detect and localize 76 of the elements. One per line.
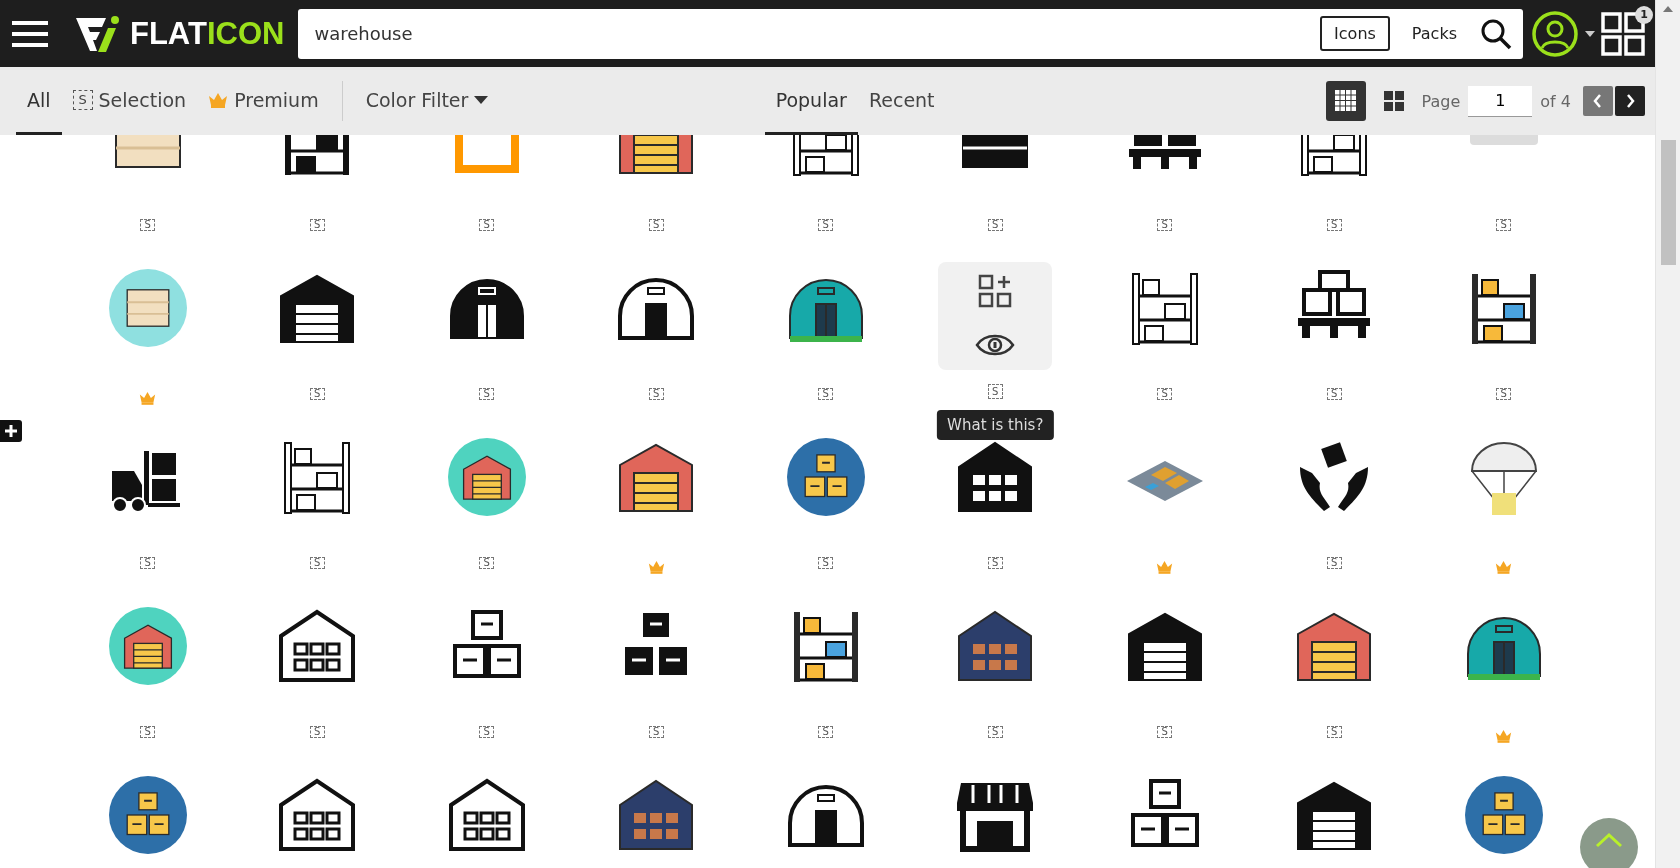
selection-badge: S (479, 219, 495, 231)
selection-badge: S (818, 388, 834, 400)
filter-tab[interactable]: S Selection (61, 67, 198, 135)
search-type-tab[interactable]: Packs (1397, 16, 1471, 51)
selection-badge: S (140, 557, 156, 569)
selection-badge: S (1326, 726, 1342, 738)
count-badge: 1 (1635, 5, 1653, 24)
selection-badge: S (1496, 219, 1512, 231)
garage-icon[interactable] (107, 606, 188, 686)
selection-badge: S (479, 557, 495, 569)
search-field[interactable]: warehouse Icons Packs (298, 8, 1523, 59)
selection-badge: S (1326, 219, 1342, 231)
selection-badge: S (479, 726, 495, 738)
search-type-tab[interactable]: Icons (1320, 16, 1390, 51)
page-label: Page (1421, 91, 1461, 111)
crown-icon (1156, 560, 1174, 574)
crown-icon (139, 391, 157, 405)
selection-badge: S (987, 726, 1003, 738)
caret-icon (474, 95, 489, 104)
crown-icon (1495, 560, 1513, 574)
sort-tab[interactable]: Recent (857, 67, 946, 135)
boxes-icon[interactable] (1463, 775, 1544, 855)
scrollbar-thumb[interactable] (1660, 140, 1676, 265)
selection-badge: S (1326, 388, 1342, 400)
selection-badge: S (648, 388, 664, 400)
scroll-to-top-button[interactable] (1580, 818, 1638, 868)
scroll-up-icon[interactable] (1663, 6, 1673, 12)
selection-badge: S (648, 219, 664, 231)
selection-badge: S (309, 726, 325, 738)
selection-badge: S (1157, 388, 1173, 400)
selection-badge: S (648, 726, 664, 738)
selection-badge: S (309, 219, 325, 231)
boxes-icon[interactable] (107, 775, 188, 855)
selection-badge: S (72, 89, 93, 110)
logo-text[interactable]: FLATICON (130, 15, 285, 52)
selection-badge: S (1326, 557, 1342, 569)
selection-badge: S (309, 557, 325, 569)
selection-badge: S (1496, 388, 1512, 400)
small-grid-view-button[interactable] (1325, 81, 1366, 121)
selection-badge: S (818, 219, 834, 231)
crown-icon (208, 91, 229, 108)
filter-tab[interactable]: Premium (197, 67, 330, 135)
page-total: of 4 (1540, 91, 1571, 111)
selection-badge: S (140, 219, 156, 231)
selection-badge: S (987, 384, 1003, 399)
menu-icon[interactable] (12, 19, 48, 48)
selection-badge: S (987, 219, 1003, 231)
add-to-collection-icon[interactable] (978, 274, 1013, 309)
selection-badge: S (140, 726, 156, 738)
selection-badge: S (818, 557, 834, 569)
logo-icon (74, 13, 120, 54)
plus-icon (5, 425, 17, 437)
selection-badge: S (309, 388, 325, 400)
chevron-up-icon (1595, 832, 1623, 848)
selection-badge: S (818, 726, 834, 738)
caret-icon[interactable] (1585, 30, 1595, 37)
garage-icon[interactable] (446, 437, 527, 517)
crown-icon (647, 560, 665, 574)
grid-icon (1334, 90, 1357, 112)
boxes-icon[interactable] (785, 437, 866, 517)
filter-tab[interactable]: All (16, 67, 62, 135)
user-icon[interactable] (1531, 9, 1579, 58)
crown-icon (1495, 729, 1513, 743)
expand-button[interactable] (0, 420, 22, 442)
color-filter-dropdown[interactable]: Color Filter (354, 67, 500, 135)
selection-badge: S (1157, 726, 1173, 738)
selection-badge: S (479, 388, 495, 400)
grid-icon (1383, 91, 1404, 111)
crate-icon[interactable] (107, 268, 188, 348)
selection-badge: S (1157, 219, 1173, 231)
collections-icon[interactable] (1601, 11, 1645, 56)
page-field[interactable]: 1 (1468, 85, 1533, 117)
next-page-button[interactable] (1615, 86, 1645, 116)
tooltip: What is this? (937, 410, 1054, 440)
selection-badge: S (987, 557, 1003, 569)
icon-hover-card[interactable] (938, 262, 1053, 371)
